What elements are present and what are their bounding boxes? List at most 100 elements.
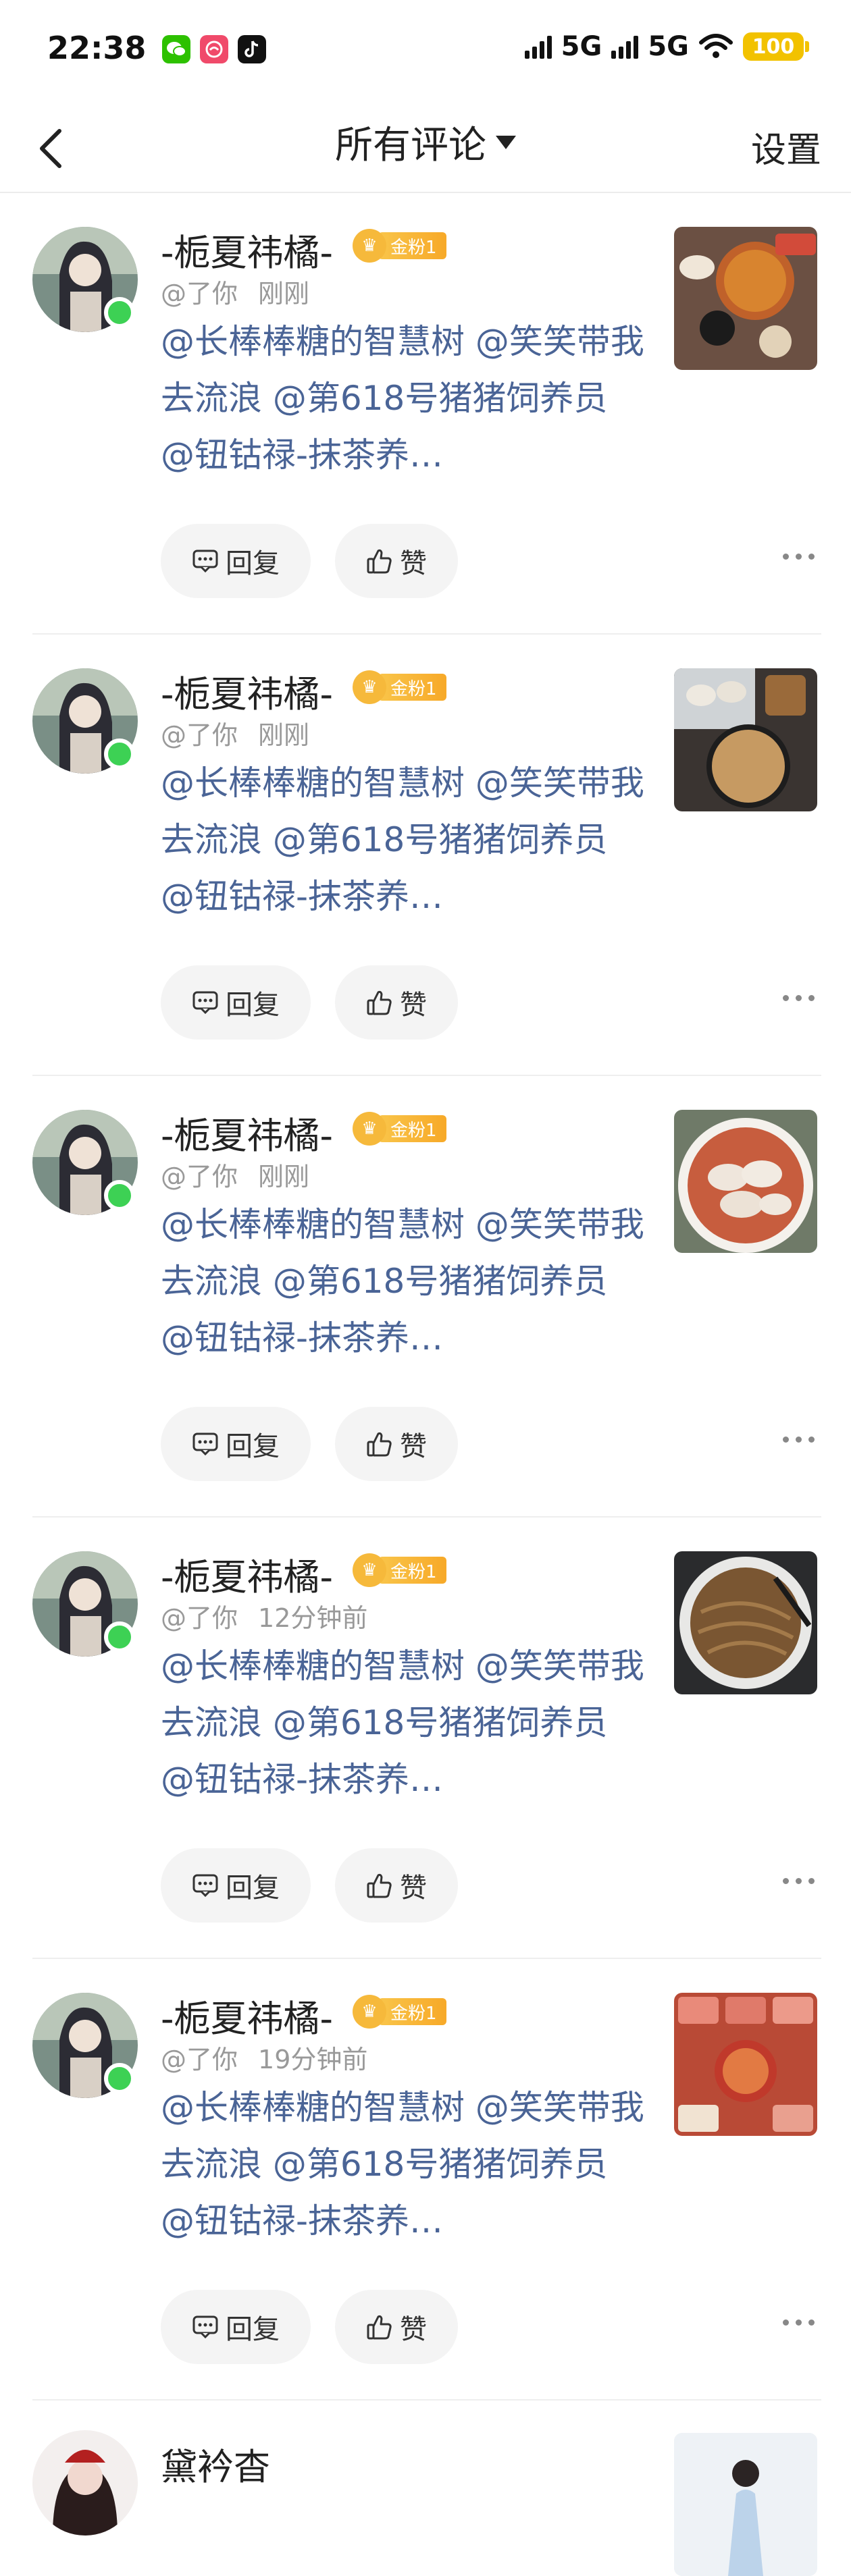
- comment-filter-dropdown[interactable]: 所有评论: [335, 115, 516, 169]
- comment-username[interactable]: -栀夏祎橘-: [161, 1106, 333, 1159]
- comment-thumbnail[interactable]: [674, 668, 817, 811]
- reply-icon: [192, 2315, 218, 2339]
- comment-text[interactable]: @长棒棒糖的智慧树 @笑笑带我去流浪 @第618号猪猪饲养员 @钮钴禄-抹茶养…: [161, 755, 647, 925]
- comment-time: 刚刚: [258, 720, 310, 750]
- more-options-icon[interactable]: [783, 1437, 815, 1443]
- reply-label: 回复: [226, 1431, 280, 1462]
- more-options-icon[interactable]: [783, 2319, 815, 2326]
- comment-text[interactable]: @长棒棒糖的智慧树 @笑笑带我去流浪 @第618号猪猪饲养员 @钮钴禄-抹茶养…: [161, 2079, 647, 2249]
- online-status-dot: [104, 1180, 135, 1211]
- comment-time: 19分钟前: [258, 2045, 368, 2074]
- crown-icon: ♛: [353, 229, 386, 263]
- thumbs-up-icon: [367, 2315, 392, 2340]
- comment-meta: @了你 刚刚: [161, 1156, 309, 1193]
- fan-level-badge: ♛ 金粉1: [353, 229, 446, 263]
- crown-icon: ♛: [353, 1553, 386, 1587]
- more-options-icon[interactable]: [783, 554, 815, 560]
- like-label: 赞: [400, 1431, 427, 1462]
- comment-username[interactable]: -栀夏祎橘-: [161, 1989, 333, 2042]
- reply-button[interactable]: 回复: [161, 524, 311, 598]
- thumbs-up-icon: [367, 549, 392, 574]
- user-avatar[interactable]: [32, 2430, 138, 2535]
- comment-text[interactable]: @长棒棒糖的智慧树 @笑笑带我去流浪 @第618号猪猪饲养员 @钮钴禄-抹茶养…: [161, 1638, 647, 1808]
- network-type-label: 5G: [648, 31, 689, 62]
- more-options-icon[interactable]: [783, 995, 815, 1001]
- online-status-dot: [104, 2063, 135, 2094]
- network-type-label: 5G: [561, 31, 602, 62]
- reply-label: 回复: [226, 1873, 280, 1904]
- fan-badge-label: 金粉1: [378, 1557, 446, 1584]
- top-navigation-bar: 所有评论 设置: [0, 101, 851, 193]
- fan-badge-label: 金粉1: [378, 674, 446, 701]
- like-button[interactable]: 赞: [335, 1407, 458, 1481]
- fan-badge-label: 金粉1: [378, 1998, 446, 2025]
- fan-level-badge: ♛ 金粉1: [353, 1995, 446, 2029]
- notification-app-icons: [162, 35, 266, 63]
- comment-thumbnail[interactable]: [674, 1551, 817, 1694]
- settings-button[interactable]: 设置: [751, 122, 821, 172]
- online-status-dot: [104, 739, 135, 770]
- fan-level-badge: ♛ 金粉1: [353, 1553, 446, 1587]
- like-button[interactable]: 赞: [335, 2290, 458, 2364]
- fan-badge-label: 金粉1: [378, 232, 446, 259]
- comment-item[interactable]: -栀夏祎橘- ♛ 金粉1 @了你 刚刚 @长棒棒糖的智慧树 @笑笑带我去流浪 @第…: [0, 635, 851, 1076]
- comment-time: 刚刚: [258, 1162, 310, 1191]
- comment-thumbnail[interactable]: [674, 1110, 817, 1253]
- more-options-icon[interactable]: [783, 1878, 815, 1884]
- mention-notice: @了你: [161, 2045, 238, 2074]
- like-button[interactable]: 赞: [335, 524, 458, 598]
- comment-item[interactable]: -栀夏祎橘- ♛ 金粉1 @了你 12分钟前 @长棒棒糖的智慧树 @笑笑带我去流浪…: [0, 1518, 851, 1959]
- reply-button[interactable]: 回复: [161, 965, 311, 1040]
- reply-label: 回复: [226, 548, 280, 579]
- comment-meta: @了你 刚刚: [161, 273, 309, 310]
- status-indicators: 5G 5G 100: [524, 31, 809, 62]
- like-label: 赞: [400, 2314, 427, 2345]
- thumbs-up-icon: [367, 1432, 392, 1457]
- status-bar: 22:38 5G 5G 100: [0, 0, 851, 101]
- comment-meta: @了你 19分钟前: [161, 2039, 367, 2076]
- page-title: 所有评论: [335, 124, 486, 167]
- reply-button[interactable]: 回复: [161, 1848, 311, 1923]
- online-status-dot: [104, 1621, 135, 1653]
- mention-notice: @了你: [161, 1603, 238, 1633]
- comment-text[interactable]: @长棒棒糖的智慧树 @笑笑带我去流浪 @第618号猪猪饲养员 @钮钴禄-抹茶养…: [161, 313, 647, 483]
- mention-notice: @了你: [161, 279, 238, 308]
- comment-username[interactable]: 黛衿杳: [161, 2437, 270, 2490]
- app-red-icon: [200, 35, 228, 63]
- like-button[interactable]: 赞: [335, 1848, 458, 1923]
- comment-thumbnail[interactable]: [674, 1993, 817, 2136]
- reply-icon: [192, 1432, 218, 1456]
- comment-divider: [32, 2399, 821, 2400]
- mention-notice: @了你: [161, 720, 238, 750]
- tiktok-icon: [238, 35, 266, 63]
- reply-icon: [192, 991, 218, 1015]
- comment-item[interactable]: -栀夏祎橘- ♛ 金粉1 @了你 19分钟前 @长棒棒糖的智慧树 @笑笑带我去流浪…: [0, 1959, 851, 2400]
- crown-icon: ♛: [353, 670, 386, 704]
- comment-thumbnail[interactable]: [674, 227, 817, 370]
- reply-label: 回复: [226, 2314, 280, 2345]
- like-label: 赞: [400, 990, 427, 1021]
- battery-indicator: 100: [743, 32, 809, 61]
- reply-icon: [192, 1874, 218, 1898]
- reply-icon: [192, 549, 218, 573]
- reply-button[interactable]: 回复: [161, 1407, 311, 1481]
- like-button[interactable]: 赞: [335, 965, 458, 1040]
- comment-item[interactable]: -栀夏祎橘- ♛ 金粉1 @了你 刚刚 @长棒棒糖的智慧树 @笑笑带我去流浪 @第…: [0, 1076, 851, 1518]
- comment-thumbnail[interactable]: [674, 2433, 817, 2576]
- crown-icon: ♛: [353, 1112, 386, 1146]
- comment-username[interactable]: -栀夏祎橘-: [161, 664, 333, 718]
- online-status-dot: [104, 297, 135, 328]
- comment-username[interactable]: -栀夏祎橘-: [161, 1547, 333, 1601]
- fan-badge-label: 金粉1: [378, 1115, 446, 1142]
- comment-username[interactable]: -栀夏祎橘-: [161, 223, 333, 276]
- reply-label: 回复: [226, 990, 280, 1021]
- comment-item[interactable]: -栀夏祎橘- ♛ 金粉1 @了你 刚刚 @长棒棒糖的智慧树 @笑笑带我去流浪 @第…: [0, 193, 851, 635]
- signal-icon: [524, 34, 552, 59]
- wifi-icon: [699, 34, 733, 58]
- fan-level-badge: ♛ 金粉1: [353, 1112, 446, 1146]
- comment-text[interactable]: @长棒棒糖的智慧树 @笑笑带我去流浪 @第618号猪猪饲养员 @钮钴禄-抹茶养…: [161, 1196, 647, 1366]
- like-label: 赞: [400, 548, 427, 579]
- crown-icon: ♛: [353, 1995, 386, 2029]
- reply-button[interactable]: 回复: [161, 2290, 311, 2364]
- status-time: 22:38: [47, 30, 147, 66]
